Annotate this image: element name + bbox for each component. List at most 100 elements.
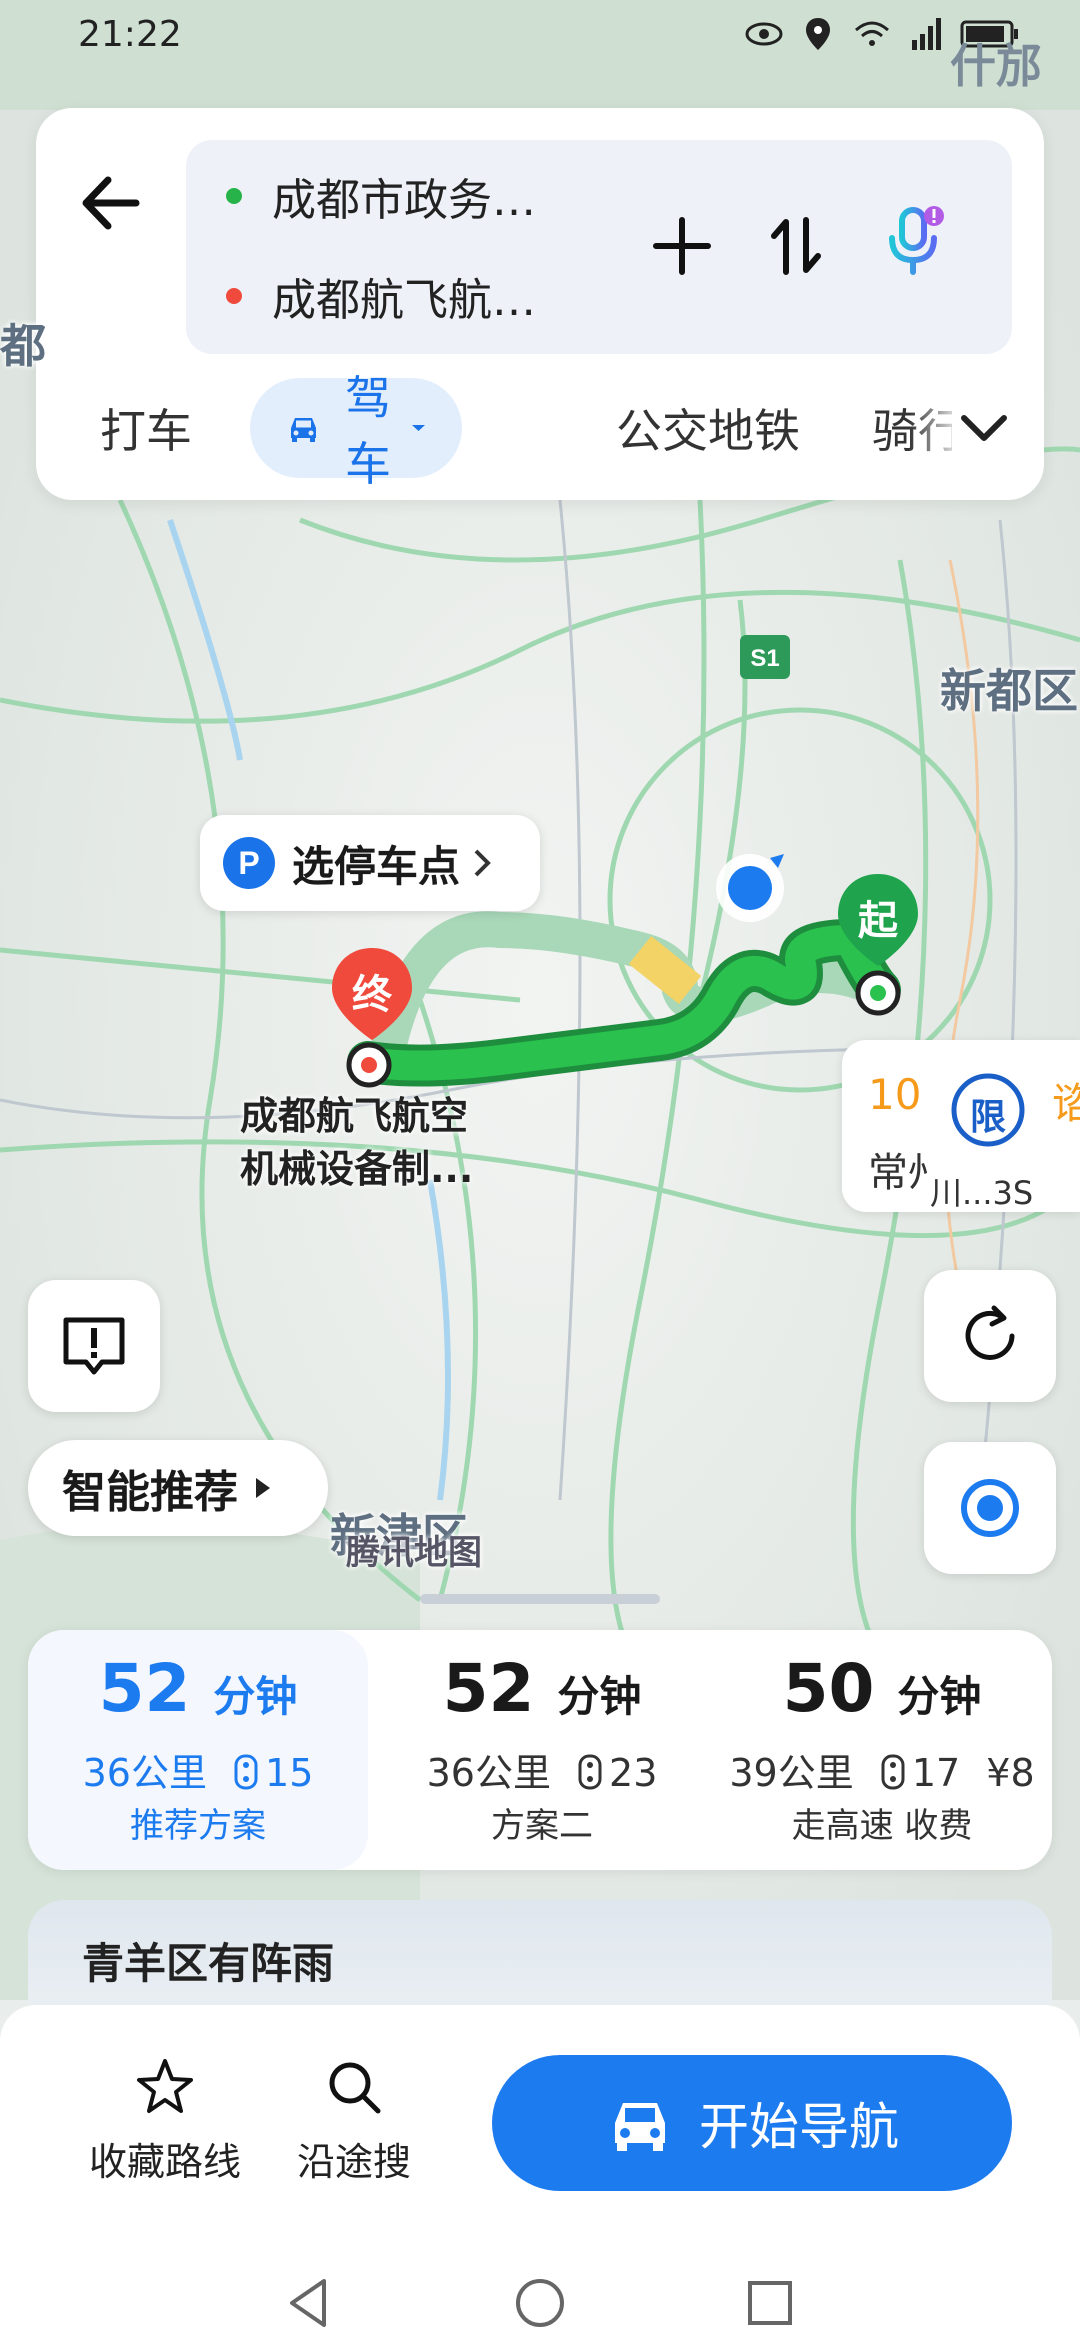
map-label-xindu: 新都区	[940, 664, 1078, 718]
caret-right-icon	[256, 1478, 270, 1498]
refresh-button[interactable]	[924, 1270, 1056, 1402]
system-home-icon[interactable]	[510, 2273, 570, 2333]
start-point-icon	[855, 970, 901, 1016]
signal-icon	[912, 18, 941, 50]
restriction-count: 10	[868, 1070, 922, 1119]
report-icon	[63, 1317, 125, 1375]
tab-bike[interactable]: 骑行	[872, 378, 952, 478]
plus-icon	[653, 217, 711, 275]
locate-icon	[961, 1479, 1019, 1537]
report-button[interactable]	[28, 1280, 160, 1412]
route-3-toll: ¥8	[986, 1751, 1035, 1795]
origin-destination-box: 成都市政务… 成都航飞航…	[186, 140, 1012, 354]
star-icon	[137, 2059, 193, 2113]
bottom-action-bar: 收藏路线 沿途搜 开始导航	[0, 2005, 1080, 2340]
route-2-tag: 方案二	[491, 1806, 593, 1846]
system-recents-icon[interactable]	[740, 2273, 800, 2333]
map-watermark: 腾讯地图	[346, 1533, 482, 1573]
chevron-right-icon	[474, 849, 491, 877]
route-1-unit: 分钟	[213, 1672, 298, 1721]
route-1-tag: 推荐方案	[130, 1806, 266, 1846]
add-waypoint-button[interactable]	[642, 206, 722, 286]
back-arrow-icon[interactable]	[66, 158, 156, 248]
route-options: 52 分钟 36公里 15 推荐方案 52 分钟 36公里 23 方案二 50 …	[28, 1630, 1052, 1870]
weather-text: 青羊区有阵雨	[82, 1939, 335, 1988]
search-along-button[interactable]: 沿途搜	[284, 2055, 424, 2195]
route-1-minutes: 52	[98, 1650, 191, 1727]
parking-icon: P	[223, 837, 275, 889]
wifi-icon	[855, 21, 889, 46]
search-icon	[329, 2062, 381, 2114]
end-point-icon	[346, 1042, 392, 1088]
route-3-minutes: 50	[782, 1650, 875, 1727]
tab-bike-label: 骑行	[872, 404, 952, 458]
favorite-route-button[interactable]: 收藏路线	[80, 2055, 250, 2195]
end-marker-label: 终	[352, 972, 392, 1018]
tab-drive-label: 驾车	[345, 371, 391, 491]
select-parking-button[interactable]: P 选停车点	[200, 815, 540, 911]
restriction-trailing: 谘	[1052, 1079, 1080, 1128]
route-3-tag: 走高速 收费	[791, 1806, 973, 1846]
eye-icon	[745, 22, 783, 46]
map-label-left-edge: 都	[0, 319, 46, 373]
smart-recommend-button[interactable]: 智能推荐	[28, 1440, 328, 1536]
route-2-lights: 23	[609, 1751, 658, 1795]
transport-mode-tabs: 打车 驾车 公交地铁 骑行	[36, 371, 1044, 491]
end-marker[interactable]: 终	[326, 944, 418, 1054]
route-option-1[interactable]: 52 分钟 36公里 15 推荐方案	[28, 1630, 368, 1870]
locate-button[interactable]	[924, 1442, 1056, 1574]
route-search-card: 成都市政务… 成都航飞航… 打车 驾车 公交地铁 骑行	[36, 108, 1044, 500]
route-2-distance: 36公里	[426, 1751, 551, 1795]
status-bar: 21:22 什邡市	[0, 0, 1080, 159]
start-navigation-button[interactable]: 开始导航	[492, 2055, 1012, 2191]
end-name-line1: 成都航飞航空	[240, 1094, 469, 1138]
smart-recommend-label: 智能推荐	[62, 1467, 238, 1518]
car-icon	[291, 418, 316, 442]
status-time: 21:22	[78, 14, 182, 55]
traffic-light-icon	[234, 1754, 258, 1790]
route-2-unit: 分钟	[557, 1672, 642, 1721]
sheet-handle[interactable]	[420, 1594, 660, 1604]
refresh-icon	[965, 1305, 1015, 1360]
microphone-icon	[889, 206, 944, 275]
location-pin-icon	[806, 18, 830, 50]
start-marker[interactable]: 起	[832, 870, 924, 980]
system-back-icon[interactable]	[280, 2273, 340, 2333]
route-1-distance: 36公里	[82, 1751, 207, 1795]
route-option-3[interactable]: 50 分钟 39公里 17 ¥8 走高速 收费	[712, 1630, 1052, 1870]
route-1-lights: 15	[265, 1751, 314, 1795]
caret-down-icon	[412, 425, 425, 431]
tab-transit[interactable]: 公交地铁	[616, 378, 800, 478]
highway-shield-label: S1	[750, 645, 779, 672]
start-marker-label: 起	[858, 898, 898, 944]
voice-input-button[interactable]	[874, 202, 954, 282]
origin-dot	[226, 188, 242, 204]
restriction-city: 常州	[868, 1150, 928, 1196]
origin-text: 成都市政务…	[272, 175, 536, 226]
end-name-line2: 机械设备制...	[240, 1147, 474, 1191]
car-icon	[615, 2103, 665, 2151]
tab-drive[interactable]: 驾车	[250, 371, 462, 491]
destination-field[interactable]: 成都航飞航…	[226, 256, 536, 336]
start-navigation-label: 开始导航	[699, 2098, 899, 2156]
destination-dot	[226, 288, 242, 304]
svg-text:P: P	[238, 845, 259, 881]
traffic-light-icon	[578, 1754, 602, 1790]
route-2-minutes: 52	[442, 1650, 535, 1727]
swap-icon	[771, 217, 821, 275]
swap-button[interactable]	[756, 206, 836, 286]
search-along-label: 沿途搜	[296, 2140, 411, 2184]
route-3-lights: 17	[911, 1751, 961, 1795]
restriction-card[interactable]: 10 谘 常州 限 川...3S	[842, 1040, 1080, 1212]
restriction-plate: 川...3S	[930, 1174, 1034, 1212]
route-3-unit: 分钟	[897, 1672, 982, 1721]
route-option-2[interactable]: 52 分钟 36公里 23 方案二	[372, 1630, 712, 1870]
traffic-light-icon	[881, 1754, 905, 1790]
route-3-distance: 39公里	[729, 1751, 854, 1795]
favorite-route-label: 收藏路线	[88, 2140, 241, 2184]
tab-taxi[interactable]: 打车	[100, 378, 192, 478]
chevron-down-icon[interactable]	[956, 400, 1012, 456]
current-location-icon	[716, 854, 784, 922]
origin-field[interactable]: 成都市政务…	[226, 156, 536, 236]
restriction-limit-char: 限	[969, 1097, 1006, 1138]
